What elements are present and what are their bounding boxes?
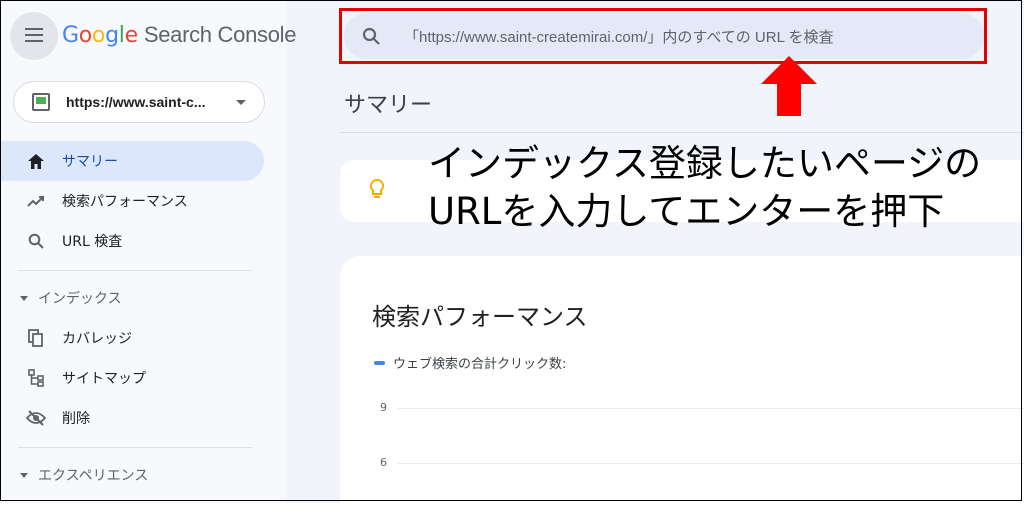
- sidebar-item-url-inspection[interactable]: URL 検査: [0, 221, 264, 261]
- legend-swatch: [374, 360, 385, 365]
- logo-letter: o: [91, 23, 106, 48]
- sidebar-item-label: URL 検査: [62, 234, 123, 250]
- sidebar-item-performance[interactable]: 検索パフォーマンス: [0, 181, 264, 221]
- gridline: [398, 463, 1024, 464]
- page-title: サマリー: [344, 93, 433, 118]
- sidebar-item-label: サマリー: [62, 154, 118, 170]
- legend-label: ウェブ検索の合計クリック数:: [393, 357, 567, 372]
- divider: [18, 447, 252, 448]
- sidebar-item-coverage[interactable]: カバレッジ: [0, 318, 264, 358]
- trending-up-icon: [26, 191, 46, 211]
- divider: [18, 270, 252, 271]
- copy-icon: [26, 328, 46, 348]
- sidebar: Google Search Console https://www.saint-c…: [0, 0, 296, 503]
- annotation-line: URLを入力してエンターを押下: [428, 190, 945, 233]
- property-selector[interactable]: https://www.saint-c...: [13, 81, 265, 123]
- logo-letter: G: [62, 23, 79, 48]
- collapse-arrow-icon: [20, 295, 28, 301]
- performance-card: [340, 256, 1024, 516]
- google-search-console-logo[interactable]: Google Search Console: [62, 22, 296, 48]
- up-arrow-icon: [761, 56, 817, 120]
- sidebar-item-summary[interactable]: サマリー: [0, 141, 264, 181]
- sitemap-icon: [26, 368, 46, 388]
- logo-letter: o: [78, 23, 92, 48]
- product-name: Search Console: [143, 22, 297, 47]
- sidebar-item-label: 検索パフォーマンス: [62, 194, 188, 210]
- sidebar-item-label: 削除: [62, 411, 90, 427]
- y-tick-label: 9: [380, 401, 387, 414]
- hamburger-menu-icon: [25, 27, 43, 46]
- sidebar-item-sitemaps[interactable]: サイトマップ: [0, 358, 264, 398]
- sidebar-item-label: サイトマップ: [62, 371, 146, 387]
- gridline: [398, 408, 1024, 409]
- collapse-arrow-icon: [20, 472, 28, 478]
- annotation-line: インデックス登録したいページの: [428, 142, 982, 185]
- divider: [340, 132, 1024, 133]
- chart-legend: ウェブ検索の合計クリック数:: [374, 353, 566, 372]
- lightbulb-icon: [369, 178, 385, 206]
- home-icon: [26, 151, 46, 171]
- property-label: https://www.saint-c...: [66, 94, 206, 110]
- highlight-box: [339, 8, 987, 64]
- eye-off-icon: [26, 408, 46, 428]
- section-label: エクスペリエンス: [38, 468, 149, 484]
- section-index-header[interactable]: インデックス: [0, 278, 122, 318]
- instruction-annotation: インデックス登録したいページの URLを入力してエンターを押下: [428, 140, 981, 236]
- logo-letter: e: [124, 23, 139, 48]
- caret-down-icon: [236, 99, 246, 105]
- logo-letter: g: [105, 23, 119, 48]
- performance-title[interactable]: 検索パフォーマンス: [372, 297, 588, 332]
- section-experience-header[interactable]: エクスペリエンス: [0, 455, 148, 495]
- property-icon: [32, 93, 50, 111]
- sidebar-item-label: カバレッジ: [62, 331, 132, 347]
- main-menu-button[interactable]: [10, 12, 58, 60]
- search-icon: [26, 231, 46, 251]
- section-label: インデックス: [38, 291, 122, 307]
- sidebar-item-removals[interactable]: 削除: [0, 398, 264, 438]
- y-tick-label: 6: [380, 456, 387, 469]
